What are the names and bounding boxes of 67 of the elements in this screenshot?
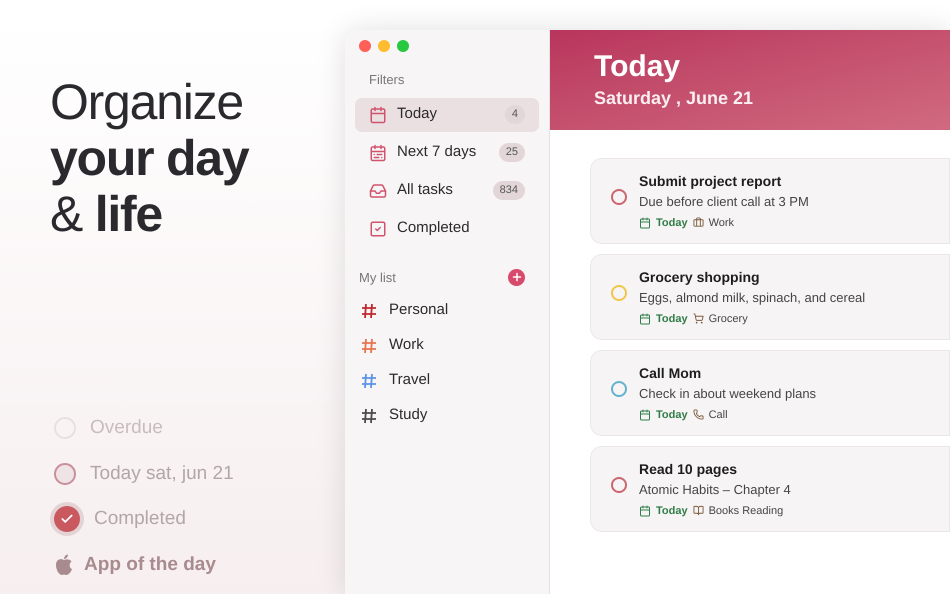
task-note: Due before client call at 3 PM	[639, 193, 809, 211]
app-of-the-day-text: App of the day	[84, 552, 216, 576]
calendar-icon	[639, 216, 651, 229]
list-item[interactable]: Personal	[355, 293, 539, 328]
add-list-button[interactable]	[508, 268, 525, 286]
task-checkbox[interactable]	[611, 189, 627, 205]
task-checkbox[interactable]	[611, 381, 627, 397]
legend-label: Today sat, jun 21	[90, 462, 234, 486]
apple-icon	[54, 554, 74, 576]
minimize-button[interactable]	[378, 40, 390, 52]
calendar-icon	[639, 504, 651, 517]
legend-label: Completed	[94, 507, 186, 531]
list-item[interactable]: Travel	[355, 363, 539, 398]
task-card[interactable]: Submit project report Due before client call at 3 PM Today Work	[590, 158, 950, 244]
task-checkbox[interactable]	[611, 477, 627, 493]
list-label: Work	[389, 335, 424, 356]
filter-item[interactable]: Today 4	[355, 98, 539, 132]
filter-item[interactable]: Next 7 days 25	[355, 136, 539, 170]
task-checkbox[interactable]	[611, 285, 627, 301]
count-badge: 4	[504, 105, 525, 124]
task-title: Read 10 pages	[639, 460, 738, 479]
tag-label: Work	[708, 216, 734, 230]
task-card[interactable]: Grocery shopping Eggs, almond milk, spinach, and cereal Today Grocery	[590, 254, 950, 340]
task-card[interactable]: Call Mom Check in about weekend plans Today Call	[590, 350, 950, 436]
filter-icon	[369, 182, 387, 200]
filter-icon	[369, 144, 387, 162]
filter-icon	[369, 220, 387, 238]
filter-label: Completed	[397, 218, 471, 238]
filter-item[interactable]: Completed	[355, 212, 539, 246]
header-title: Today	[594, 48, 682, 84]
header-date: Saturday , June 21	[594, 86, 754, 110]
filter-label: Next 7 days	[397, 142, 478, 162]
count-badge: 25	[498, 143, 525, 162]
calendar-icon	[639, 312, 651, 325]
due-label: Today	[656, 504, 688, 518]
task-title: Grocery shopping	[639, 268, 761, 287]
filter-item[interactable]: All tasks 834	[355, 174, 539, 208]
tag-label: Call	[708, 408, 728, 422]
task-note: Check in about weekend plans	[639, 385, 816, 403]
calendar-icon	[639, 408, 651, 421]
section-title: Filters	[369, 71, 406, 89]
task-card[interactable]: Read 10 pages Atomic Habits – Chapter 4 Today Books Reading	[590, 446, 950, 532]
filter-icon	[369, 106, 387, 124]
due-label: Today	[656, 312, 688, 326]
task-title: Call Mom	[639, 364, 702, 383]
tag-label: Grocery	[708, 312, 748, 326]
zoom-button[interactable]	[397, 40, 409, 52]
headline-text: Organize	[50, 74, 244, 130]
section-title: My list	[359, 268, 396, 287]
list-label: Study	[389, 405, 428, 426]
close-button[interactable]	[359, 40, 371, 52]
headline-text: your day	[50, 130, 250, 186]
due-label: Today	[656, 216, 688, 230]
tag-label: Books Reading	[708, 504, 784, 518]
headline-text: & life	[50, 186, 163, 242]
filter-label: Today	[397, 104, 438, 124]
plus-icon	[510, 271, 522, 284]
count-badge: 834	[492, 181, 525, 200]
task-note: Eggs, almond milk, spinach, and cereal	[639, 289, 866, 307]
task-title: Submit project report	[639, 172, 782, 191]
list-label: Travel	[389, 370, 430, 390]
task-note: Atomic Habits – Chapter 4	[639, 481, 791, 499]
list-label: Personal	[389, 300, 448, 320]
list-item[interactable]: Work	[355, 328, 539, 363]
list-item[interactable]: Study	[355, 398, 539, 433]
due-label: Today	[656, 408, 688, 422]
filter-label: All tasks	[397, 180, 454, 200]
